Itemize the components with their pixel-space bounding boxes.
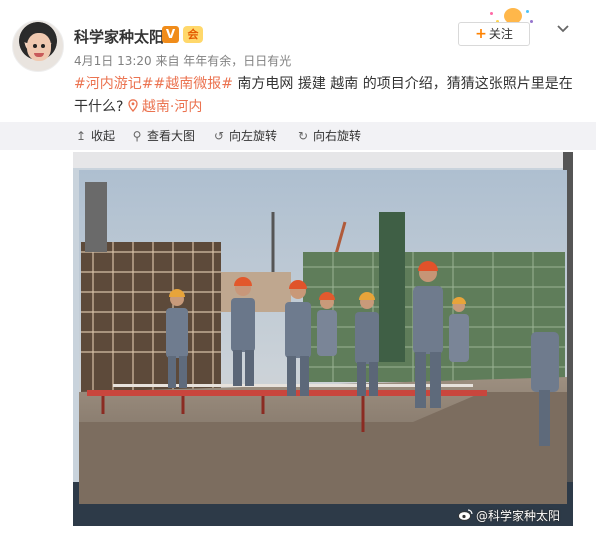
rotate-right-button[interactable]: ↻ 向右旋转 bbox=[296, 122, 361, 150]
view-large-button[interactable]: ⚲ 查看大图 bbox=[130, 122, 195, 150]
avatar[interactable] bbox=[12, 20, 64, 72]
weibo-logo-icon bbox=[458, 509, 473, 521]
vip-badge: 会 bbox=[183, 26, 203, 43]
follow-button[interactable]: + 关注 bbox=[458, 22, 530, 46]
hashtag-link[interactable]: #越南微报# bbox=[153, 76, 232, 92]
location-pin-icon bbox=[128, 99, 138, 112]
post-text: #河内游记##越南微报# 南方电网 援建 越南 的项目介绍，猜猜这张照片里是在干… bbox=[74, 73, 574, 119]
rotate-left-icon: ↺ bbox=[213, 129, 225, 143]
verified-badge: V bbox=[162, 26, 179, 43]
hashtag-link[interactable]: #河内游记# bbox=[74, 76, 153, 92]
location-link[interactable]: 越南·河内 bbox=[128, 99, 202, 115]
post-meta: 4月1日 13:20 来自 年年有余，日日有光 bbox=[74, 54, 292, 68]
rotate-right-icon: ↻ bbox=[297, 129, 309, 143]
chevron-down-icon[interactable] bbox=[556, 22, 570, 36]
rotate-left-button[interactable]: ↺ 向左旋转 bbox=[212, 122, 277, 150]
weibo-post-card: 科学家种太阳 V 会 4月1日 13:20 来自 年年有余，日日有光 + 关注 #… bbox=[0, 0, 596, 536]
collapse-icon: ↥ bbox=[75, 129, 87, 143]
zoom-icon: ⚲ bbox=[132, 129, 142, 143]
plus-icon: + bbox=[475, 26, 487, 42]
location-label: 越南·河内 bbox=[141, 99, 203, 115]
post-photo[interactable] bbox=[73, 152, 573, 526]
watermark: @科学家种太阳 bbox=[458, 507, 560, 524]
construction-workers-photo bbox=[73, 152, 573, 526]
image-toolbar: ↥ 收起 ⚲ 查看大图 ↺ 向左旋转 ↻ 向右旋转 bbox=[0, 122, 596, 150]
user-name[interactable]: 科学家种太阳 bbox=[74, 26, 164, 47]
collapse-button[interactable]: ↥ 收起 bbox=[74, 122, 115, 150]
follow-label: 关注 bbox=[488, 27, 513, 41]
